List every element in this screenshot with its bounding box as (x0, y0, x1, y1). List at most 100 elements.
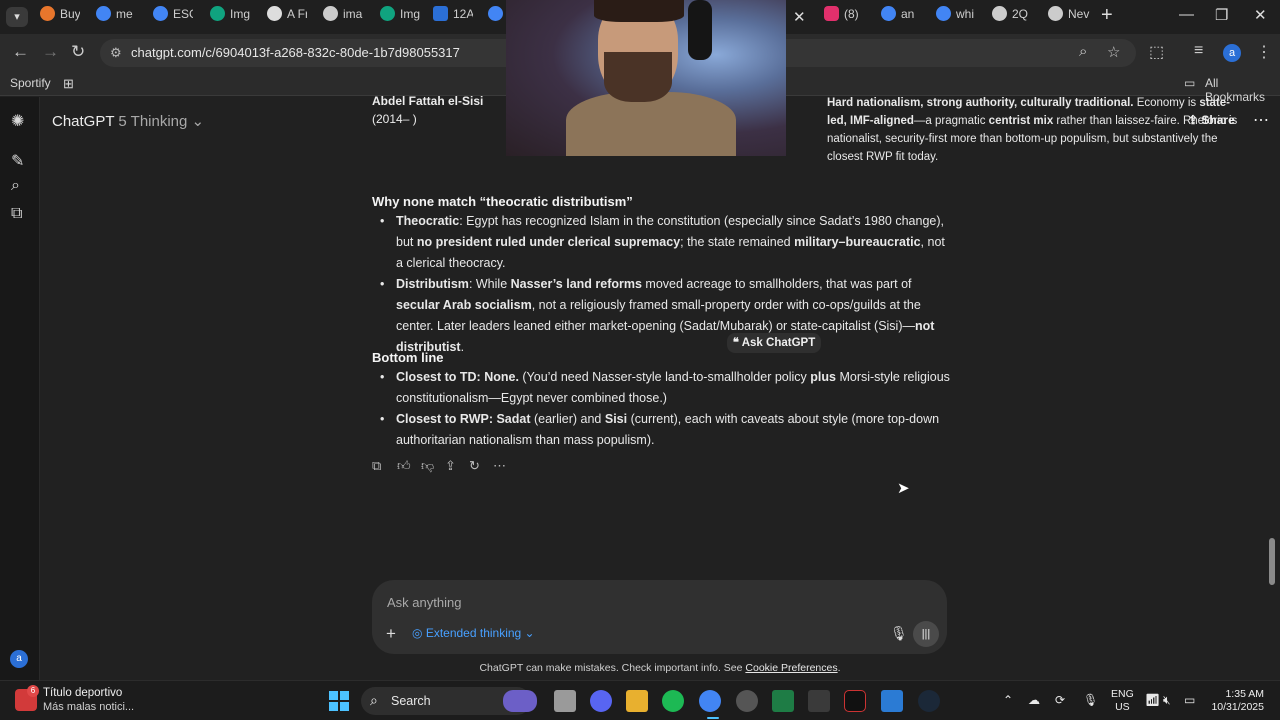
table-cell-description: Hard nationalism, strong authority, cult… (827, 97, 1238, 163)
microphone-icon[interactable]: 🎙︎ (890, 625, 908, 642)
mouse-cursor-icon: ➤ (897, 480, 910, 497)
browser-tab[interactable]: an (881, 6, 921, 28)
task-view-icon[interactable] (554, 690, 576, 712)
obs-icon[interactable] (736, 690, 758, 712)
regenerate-icon[interactable]: ↻ (469, 458, 480, 474)
onedrive-icon[interactable]: ☁ (1028, 693, 1040, 707)
chatgpt-favicon-icon (210, 6, 225, 22)
zoom-icon[interactable]: ⌕ (1079, 43, 1087, 60)
cookie-preferences-link[interactable]: Cookie Preferences (745, 662, 837, 674)
url-text[interactable]: chatgpt.com/c/6904013f-a268-832c-80de-1b… (131, 45, 460, 60)
ask-chatgpt-button[interactable]: ❝ Ask ChatGPT (727, 333, 821, 353)
volume-muted-icon[interactable]: 🔇︎ (1163, 693, 1171, 708)
browser-menu-icon[interactable]: ⋮ (1256, 42, 1272, 62)
forward-icon[interactable]: → (42, 42, 59, 62)
profile-avatar[interactable]: a (1223, 44, 1241, 62)
back-icon[interactable]: ← (12, 42, 29, 62)
vscode-icon[interactable] (881, 690, 903, 712)
sheets-icon[interactable] (772, 690, 794, 712)
steam-icon[interactable] (918, 690, 940, 712)
extended-thinking-button[interactable]: ◎ Extended thinking ⌄ (412, 626, 535, 640)
webcam-person (566, 92, 736, 156)
more-options-icon[interactable]: ⋯ (1253, 110, 1269, 130)
restore-icon[interactable]: ❐ (1215, 6, 1228, 24)
new-tab-icon[interactable]: + (1101, 4, 1113, 27)
library-icon[interactable]: ⧉ (11, 205, 22, 223)
show-hidden-icons-icon[interactable]: ⌃ (1003, 693, 1013, 707)
microphone-icon[interactable]: 🎙︎ (1083, 693, 1098, 707)
news-badge: 6 (27, 685, 39, 697)
google-favicon-icon (881, 6, 896, 22)
minimize-icon[interactable]: — (1179, 6, 1194, 23)
globe-favicon-icon (323, 6, 338, 22)
game-icon[interactable] (808, 690, 830, 712)
google-favicon-icon (153, 6, 168, 22)
windows-start-icon[interactable] (329, 691, 349, 711)
browser-tab[interactable]: me (96, 6, 136, 28)
extensions-icon[interactable]: ⬚ (1149, 42, 1164, 62)
openai-logo-icon[interactable]: ✺ (11, 111, 24, 131)
google-favicon-icon (936, 6, 951, 22)
news-subtitle[interactable]: Más malas notici... (43, 701, 134, 713)
add-attachment-icon[interactable]: + (386, 624, 396, 644)
thumbs-down-icon[interactable]: 👎︎ (421, 458, 434, 474)
list-item: Closest to RWP: Sadat (earlier) and Sisi… (380, 409, 951, 451)
browser-tab[interactable]: A Fr (267, 6, 307, 28)
capcut-icon[interactable] (844, 690, 866, 712)
share-icon[interactable]: ⇪ (445, 458, 456, 474)
thinking-icon: ◎ (412, 626, 426, 640)
discord-icon[interactable] (590, 690, 612, 712)
spotify-icon[interactable] (662, 690, 684, 712)
battery-icon[interactable]: ▭ (1184, 693, 1195, 707)
clock[interactable]: 1:35 AM 10/31/2025 (1210, 688, 1264, 714)
sync-icon[interactable]: ⟳ (1055, 693, 1065, 707)
browser-tab[interactable]: Buy (40, 6, 80, 28)
bookmark-star-icon[interactable]: ☆ (1107, 43, 1120, 61)
browser-tab[interactable]: 2Q (992, 6, 1032, 28)
thumbs-up-icon[interactable]: 👍︎ (397, 458, 411, 474)
share-button[interactable]: ⇪ Share (1188, 113, 1235, 127)
browser-tab[interactable]: whi (936, 6, 976, 28)
close-tab-icon[interactable]: ✕ (793, 8, 806, 26)
browser-tab[interactable]: Nev (1048, 6, 1090, 28)
new-chat-icon[interactable]: ✎ (11, 151, 24, 171)
site-info-icon[interactable]: ⚙ (110, 45, 122, 61)
file-explorer-icon[interactable] (626, 690, 648, 712)
copilot-icon[interactable] (503, 690, 537, 712)
google-favicon-icon (488, 6, 503, 22)
language-indicator[interactable]: ENG US (1111, 688, 1134, 714)
model-selector[interactable]: ChatGPT 5 Thinking ⌄ (52, 112, 204, 130)
webcam-hair (594, 0, 684, 22)
browser-tab[interactable]: Img (210, 6, 250, 28)
search-chats-icon[interactable]: ⌕ (11, 177, 20, 195)
browser-tab[interactable]: ESG (153, 6, 193, 28)
globe-favicon-icon (992, 6, 1007, 22)
tab-search-button[interactable]: ▾ (6, 7, 28, 27)
browser-tab[interactable]: (8) (824, 6, 864, 28)
close-window-icon[interactable]: ✕ (1254, 6, 1267, 24)
copy-icon[interactable]: ⧉ (372, 458, 381, 474)
browser-tab[interactable]: Img (380, 6, 420, 28)
media-controls-icon[interactable]: ≡ (1194, 42, 1203, 60)
browser-tab[interactable]: ima (323, 6, 363, 28)
chevron-down-icon: ⌄ (521, 626, 535, 640)
wifi-icon[interactable]: 📶︎ (1145, 693, 1160, 707)
prompt-input[interactable] (387, 592, 867, 612)
instagram-favicon-icon (824, 6, 839, 22)
headset-icon (688, 0, 712, 60)
webcam-overlay (506, 0, 786, 156)
news-title[interactable]: Título deportivo (43, 687, 122, 699)
folder-icon: ▭ (1184, 76, 1196, 90)
browser-tab[interactable]: 12A (433, 6, 473, 28)
share-icon: ⇪ (1188, 113, 1202, 127)
scrollbar[interactable] (1269, 538, 1275, 585)
favicon-icon (40, 6, 55, 22)
more-icon[interactable]: ⋯ (493, 458, 506, 474)
bookmark-sportify[interactable]: Sportify (10, 76, 51, 90)
voice-mode-icon[interactable]: ||| (913, 621, 939, 647)
chrome-icon[interactable] (699, 690, 721, 712)
reload-icon[interactable]: ↻ (71, 42, 85, 62)
webcam-beard (604, 52, 672, 102)
apps-grid-icon[interactable]: ⊞ (63, 76, 74, 92)
browser-tab[interactable] (488, 6, 508, 28)
